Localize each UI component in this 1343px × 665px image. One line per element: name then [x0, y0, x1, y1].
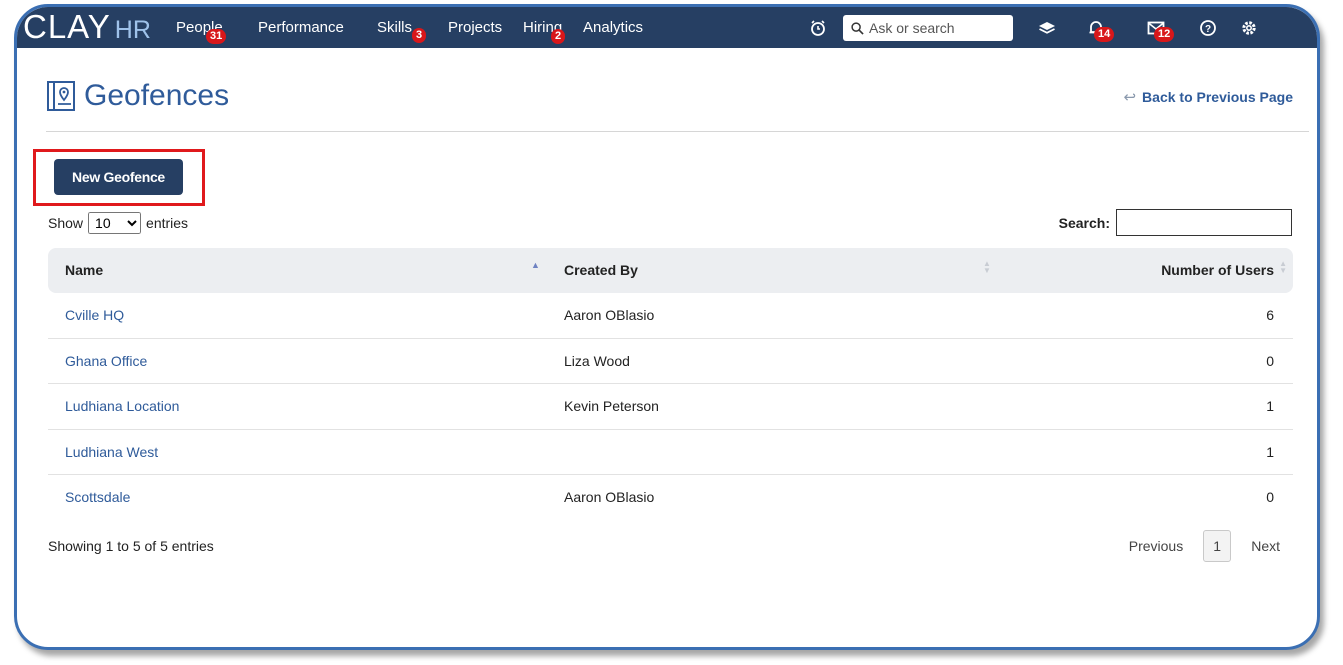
table-header: Name ▲ Created By ▲ ▼ Number of Users ▲ ▼: [48, 248, 1293, 293]
number-of-users-cell: 0: [1266, 352, 1274, 369]
global-search-input[interactable]: [869, 20, 1009, 36]
top-navbar: CLAY HR People 31 Performance Skills 3 P…: [17, 7, 1317, 48]
geofence-name-link[interactable]: Cville HQ: [65, 307, 124, 323]
entries-per-page-select[interactable]: 10: [88, 212, 142, 234]
page-header: Geofences: [46, 79, 229, 113]
geofences-table: Name ▲ Created By ▲ ▼ Number of Users ▲ ▼ …: [48, 248, 1293, 521]
messages-envelope-icon[interactable]: 12: [1146, 18, 1175, 42]
people-badge: 31: [206, 29, 227, 44]
nav-hiring[interactable]: Hiring 2: [523, 19, 566, 44]
clayhr-logo[interactable]: CLAY HR: [23, 9, 151, 48]
alarm-clock-icon[interactable]: [808, 18, 828, 38]
nav-analytics[interactable]: Analytics: [583, 19, 643, 36]
column-header-number-of-users[interactable]: Number of Users: [1161, 262, 1274, 278]
global-search[interactable]: [843, 15, 1013, 41]
sort-both-icon: ▲ ▼: [983, 259, 991, 275]
previous-page-button[interactable]: Previous: [1129, 538, 1183, 554]
sort-ascending-icon: ▲: [531, 260, 540, 270]
logo-main-text: CLAY: [23, 8, 111, 45]
number-of-users-cell: 0: [1266, 489, 1274, 505]
hiring-badge: 2: [551, 29, 566, 44]
table-row: Ghana Office Liza Wood 0: [48, 339, 1293, 384]
geofence-name-link[interactable]: Ludhiana West: [65, 444, 158, 460]
notifications-badge: 14: [1094, 27, 1115, 42]
created-by-cell: Aaron OBlasio: [564, 489, 655, 505]
table-row: Scottsdale Aaron OBlasio 0: [48, 475, 1293, 521]
created-by-cell: Liza Wood: [564, 352, 630, 369]
search-icon: [851, 21, 864, 35]
back-arrow-icon: ↩: [1123, 89, 1137, 106]
sort-both-icon: ▲ ▼: [1279, 259, 1287, 275]
svg-text:?: ?: [1205, 24, 1211, 35]
number-of-users-cell: 6: [1266, 307, 1274, 323]
created-by-cell: Aaron OBlasio: [564, 307, 655, 323]
column-header-name[interactable]: Name: [65, 262, 103, 278]
page-title: Geofences: [84, 79, 230, 112]
page-1-button[interactable]: 1: [1203, 530, 1232, 562]
table-row: Ludhiana West 1: [48, 430, 1293, 475]
back-link-label: Back to Previous Page: [1142, 89, 1293, 105]
number-of-users-cell: 1: [1266, 443, 1274, 460]
pagination: Previous 1 Next: [1129, 530, 1280, 562]
table-search-input[interactable]: [1116, 209, 1292, 236]
created-by-cell: Kevin Peterson: [564, 398, 659, 414]
new-geofence-button[interactable]: New Geofence: [54, 159, 183, 195]
back-to-previous-link[interactable]: ↩ Back to Previous Page: [1123, 88, 1293, 106]
table-search: Search:: [1059, 209, 1292, 236]
geofence-name-link[interactable]: Scottsdale: [65, 489, 130, 505]
nav-projects-label: Projects: [448, 19, 503, 36]
table-row: Ludhiana Location Kevin Peterson 1: [48, 384, 1293, 430]
nav-performance[interactable]: Performance: [258, 19, 344, 36]
number-of-users-cell: 1: [1266, 398, 1274, 414]
logo-sub-text: HR: [114, 16, 151, 44]
nav-skills[interactable]: Skills 3: [377, 19, 427, 43]
app-window: CLAY HR People 31 Performance Skills 3 P…: [14, 4, 1320, 650]
map-location-icon: [47, 81, 75, 111]
table-search-label: Search:: [1058, 214, 1110, 231]
geofence-name-link[interactable]: Ludhiana Location: [65, 398, 179, 414]
column-header-created-by[interactable]: Created By: [564, 262, 638, 278]
gear-icon[interactable]: [1239, 18, 1259, 38]
layers-icon[interactable]: [1037, 18, 1057, 38]
help-icon[interactable]: ?: [1198, 18, 1218, 38]
entries-label: entries: [146, 215, 189, 231]
table-info: Showing 1 to 5 of 5 entries: [48, 538, 214, 554]
geofence-name-link[interactable]: Ghana Office: [65, 353, 147, 369]
nav-projects[interactable]: Projects: [448, 19, 502, 36]
next-page-button[interactable]: Next: [1251, 538, 1280, 554]
nav-performance-label: Performance: [258, 19, 344, 36]
table-row: Cville HQ Aaron OBlasio 6: [48, 293, 1293, 339]
skills-badge: 3: [412, 28, 427, 43]
header-divider: [46, 131, 1309, 132]
show-label: Show: [48, 215, 84, 231]
nav-people[interactable]: People 31: [176, 19, 227, 44]
show-entries-control: Show 10 entries: [48, 212, 188, 234]
notifications-bell-icon[interactable]: 14: [1086, 18, 1115, 42]
messages-badge: 12: [1154, 27, 1175, 42]
nav-analytics-label: Analytics: [583, 19, 644, 36]
nav-skills-label: Skills: [377, 19, 413, 36]
